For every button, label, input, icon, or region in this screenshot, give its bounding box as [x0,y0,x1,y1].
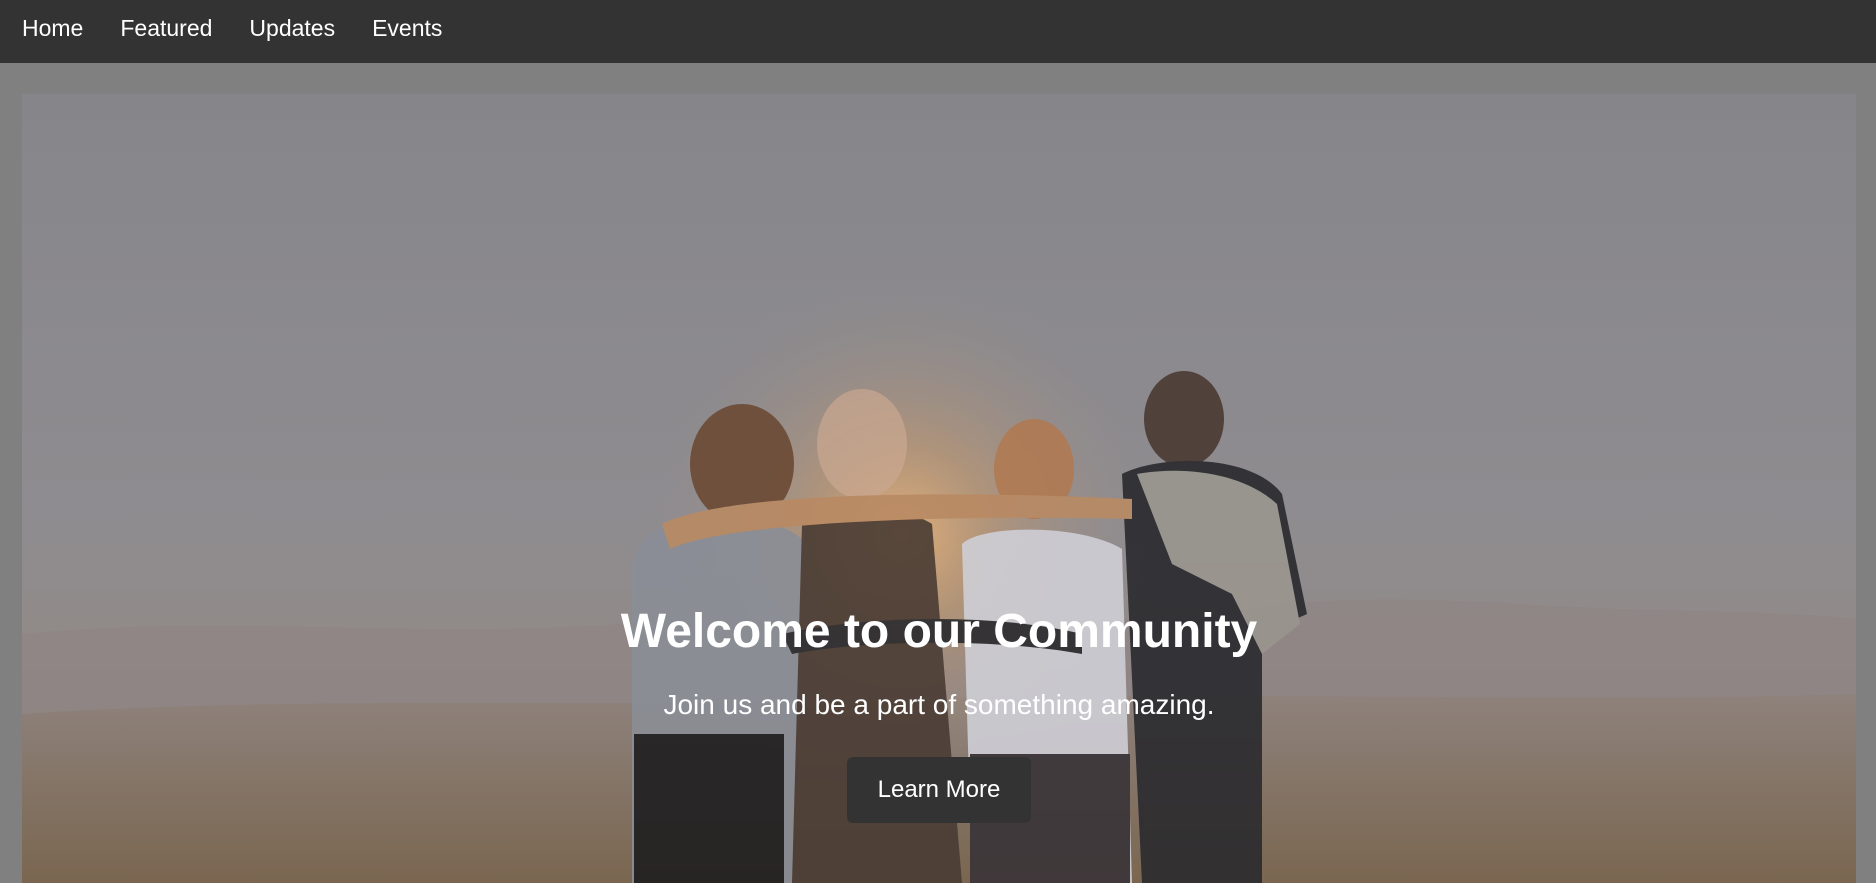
learn-more-button[interactable]: Learn More [847,757,1031,823]
nav-link-home[interactable]: Home [22,17,83,40]
nav-link-updates[interactable]: Updates [249,17,335,40]
hero-section: Welcome to our Community Join us and be … [22,94,1856,883]
hero-subtitle: Join us and be a part of something amazi… [663,689,1215,720]
top-navigation: Home Featured Updates Events [0,0,1876,63]
nav-link-events[interactable]: Events [372,17,442,40]
nav-link-featured[interactable]: Featured [120,17,212,40]
hero-title: Welcome to our Community [620,605,1258,658]
